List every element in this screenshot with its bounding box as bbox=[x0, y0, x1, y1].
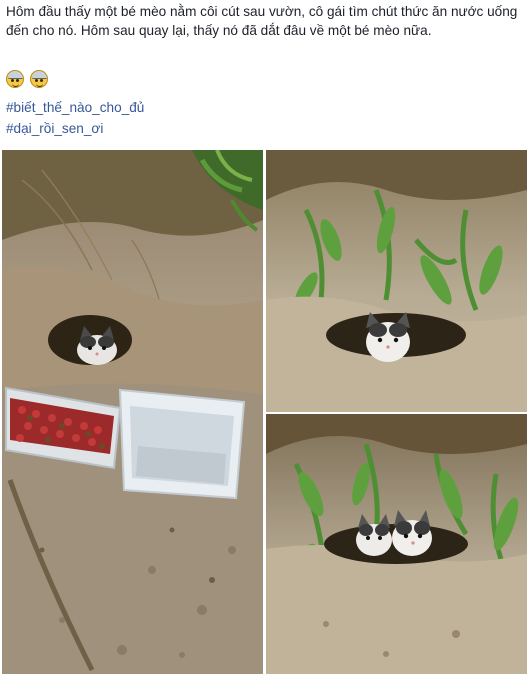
hashtag-link[interactable]: #biết_thế_nào_cho_đủ bbox=[6, 99, 144, 117]
hashtag-link[interactable]: #dại_rồi_sen_ơi bbox=[6, 120, 103, 138]
emoji-row bbox=[6, 70, 48, 92]
photo-kitten-with-food-and-water[interactable] bbox=[2, 150, 263, 674]
post-text: Hôm đầu thấy một bé mèo nằm côi cút sau … bbox=[6, 4, 518, 38]
photo-kitten-in-burrow[interactable] bbox=[266, 150, 527, 412]
photo-two-kittens-in-burrow[interactable] bbox=[266, 414, 527, 674]
emoji-hardhat-icon bbox=[30, 70, 48, 88]
emoji-hardhat-icon bbox=[6, 70, 24, 88]
